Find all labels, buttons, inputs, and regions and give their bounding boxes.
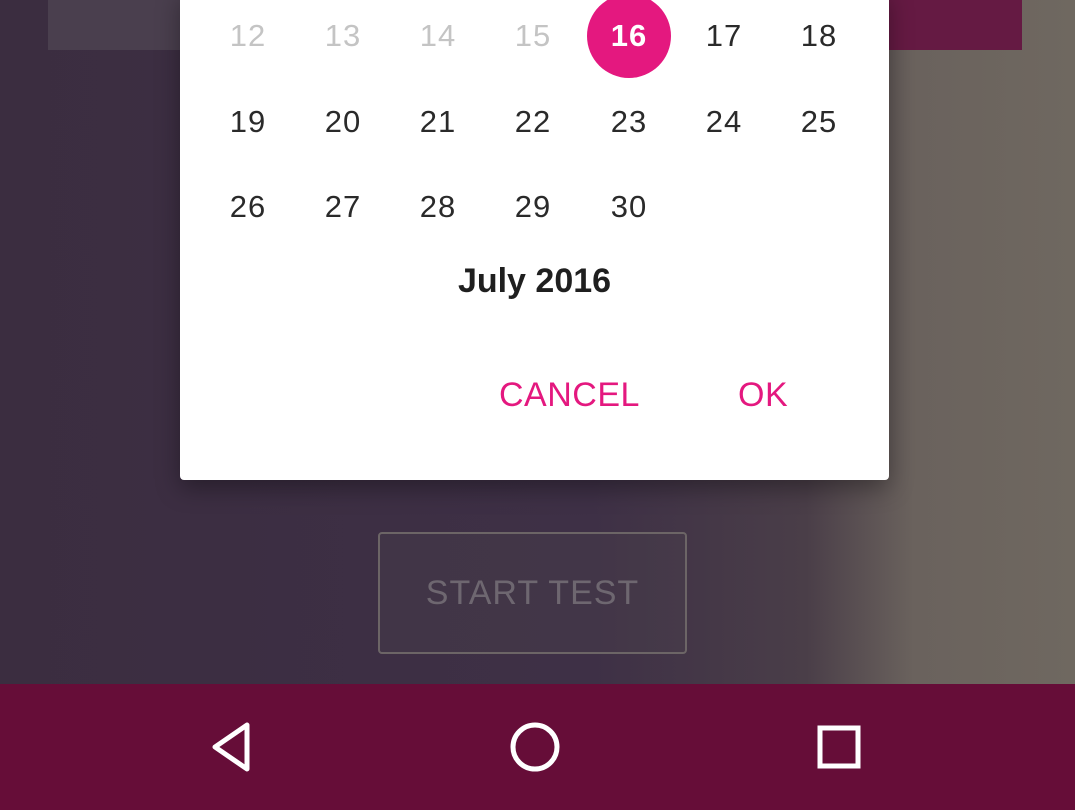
calendar-day[interactable]: 26 (205, 164, 291, 250)
calendar-day[interactable]: 28 (395, 164, 481, 250)
calendar-day[interactable]: 30 (586, 164, 672, 250)
calendar-day[interactable]: 25 (776, 79, 862, 165)
back-triangle-icon (212, 722, 250, 772)
calendar-week-row: 26 27 28 29 30 (180, 164, 889, 250)
calendar-week-row: 12 13 14 15 16 17 18 (180, 0, 889, 79)
ok-button[interactable]: OK (738, 376, 788, 415)
calendar-day[interactable]: 20 (300, 79, 386, 165)
calendar-day[interactable]: 21 (395, 79, 481, 165)
date-picker-dialog: 12 13 14 15 16 17 18 19 20 21 22 23 24 25 26 27 28 29 30 J… (180, 0, 889, 480)
recent-apps-square-icon (817, 725, 861, 769)
calendar-day[interactable]: 27 (300, 164, 386, 250)
calendar-day-selected[interactable]: 16 (587, 0, 671, 78)
start-test-button[interactable]: START TEST (378, 532, 687, 654)
calendar-day[interactable]: 23 (586, 79, 672, 165)
calendar-day[interactable]: 22 (490, 79, 576, 165)
back-button[interactable] (190, 704, 276, 790)
calendar-day[interactable]: 18 (776, 0, 862, 79)
calendar-week-row: 19 20 21 22 23 24 25 (180, 79, 889, 165)
calendar-day: 14 (419, 18, 457, 53)
navigation-bar (0, 684, 1075, 810)
calendar-day: 15 (514, 18, 552, 53)
cancel-button[interactable]: CANCEL (499, 376, 640, 415)
calendar-day[interactable]: 24 (681, 79, 767, 165)
month-label: July 2016 (457, 262, 612, 300)
calendar-day[interactable]: 17 (681, 0, 767, 79)
calendar-day[interactable]: 19 (205, 79, 291, 165)
calendar-day[interactable]: 29 (490, 164, 576, 250)
calendar-day: 12 (229, 18, 267, 53)
background-header-right (880, 0, 1022, 50)
home-button[interactable] (492, 704, 578, 790)
recent-apps-button[interactable] (796, 704, 882, 790)
calendar-day: 13 (324, 18, 362, 53)
home-circle-icon (510, 722, 560, 772)
